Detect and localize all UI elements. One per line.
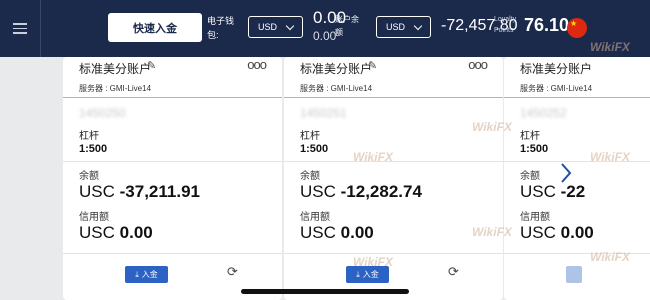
balance-value: USC -12,282.74 <box>300 182 422 202</box>
credit-currency: USC <box>300 223 336 242</box>
more-options-icon[interactable]: ooo <box>468 57 488 72</box>
refresh-icon[interactable]: ⟳ <box>448 264 459 280</box>
wallet-value-secondary: 0.00 <box>313 29 337 43</box>
account-card: 标准美分账户 ✎ ooo 服务器 : GMI-Live14 1450251 杠杆… <box>284 57 503 300</box>
watermark: WikiFX <box>353 150 393 164</box>
watermark: WikiFX <box>472 120 512 134</box>
menu-button[interactable] <box>0 0 41 57</box>
wallet-currency-value: USD <box>258 22 278 32</box>
wallet-currency-select[interactable]: USD <box>248 16 303 38</box>
loyalty-points-label: Loyalty Points <box>494 16 517 34</box>
ewallet-label: 电子钱包: <box>207 16 235 40</box>
account-number: 1450250 <box>79 106 126 120</box>
server-label: 服务器 : GMI-Live14 <box>79 84 152 93</box>
balance-currency: USC <box>520 182 556 201</box>
china-flag-icon[interactable]: ★ <box>567 18 587 38</box>
balance-amount: -37,211.91 <box>119 182 200 201</box>
divider <box>284 97 503 98</box>
credit-value: USC 0.00 <box>300 223 374 243</box>
server-label: 服务器 : GMI-Live14 <box>520 84 593 93</box>
chevron-down-icon <box>413 21 423 31</box>
divider <box>284 161 503 162</box>
balance-label: 余额 <box>520 171 540 182</box>
leverage-label: 杠杆 <box>520 131 540 142</box>
download-icon: ⤓ <box>356 269 360 279</box>
balance-currency: USC <box>79 182 115 201</box>
credit-label: 信用额 <box>79 212 109 223</box>
credit-label: 信用额 <box>300 212 330 223</box>
balance-value: USC -22 <box>520 182 585 202</box>
quick-deposit-button[interactable]: 快速入金 <box>108 13 202 42</box>
deposit-button[interactable] <box>566 266 582 283</box>
server-label: 服务器 : GMI-Live14 <box>300 84 373 93</box>
credit-value: USC 0.00 <box>79 223 153 243</box>
leverage-label: 杠杆 <box>79 131 99 142</box>
divider <box>284 253 503 254</box>
divider <box>63 97 282 98</box>
leverage-value: 1:500 <box>300 143 329 155</box>
deposit-label: 入金 <box>362 270 379 279</box>
watermark: WikiFX <box>472 225 512 239</box>
loyalty-points-value: 76.10 <box>524 15 570 35</box>
credit-value: USC 0.00 <box>520 223 594 243</box>
leverage-value: 1:500 <box>520 143 549 155</box>
top-bar: 快速入金 电子钱包: USD 0.00 0.00 账户余额 USD -72,45… <box>0 0 650 57</box>
balance-amount: -12,282.74 <box>340 182 422 201</box>
hamburger-menu-icon <box>13 23 27 34</box>
edit-icon[interactable]: ✎ <box>147 59 156 72</box>
account-number: 1450251 <box>300 106 347 120</box>
deposit-button[interactable]: ⤓ 入金 <box>125 266 168 283</box>
divider <box>504 97 650 98</box>
credit-currency: USC <box>79 223 115 242</box>
balance-label: 余额 <box>300 171 320 182</box>
leverage-label: 杠杆 <box>300 131 320 142</box>
download-icon: ⤓ <box>135 269 139 279</box>
credit-currency: USC <box>520 223 556 242</box>
refresh-icon[interactable]: ⟳ <box>227 264 238 280</box>
watermark: WikiFX <box>590 150 630 164</box>
account-number: 1450252 <box>520 106 567 120</box>
balance-value: USC -37,211.91 <box>79 182 200 202</box>
balance-currency: USC <box>300 182 336 201</box>
credit-amount: 0.00 <box>119 223 153 242</box>
more-options-icon[interactable]: ooo <box>247 57 267 72</box>
deposit-label: 入金 <box>141 270 158 279</box>
account-title: 标准美分账户 <box>520 62 593 76</box>
home-indicator <box>241 289 409 294</box>
leverage-value: 1:500 <box>79 143 108 155</box>
account-balance-label: 账户余额 <box>335 15 359 37</box>
watermark: WikiFX <box>590 250 630 264</box>
balance-currency-select[interactable]: USD <box>376 16 431 38</box>
next-arrow-icon[interactable] <box>559 160 573 186</box>
divider <box>63 161 282 162</box>
watermark: WikiFX <box>590 40 630 54</box>
watermark: WikiFX <box>353 255 393 269</box>
chevron-down-icon <box>285 21 295 31</box>
balance-currency-value: USD <box>386 22 406 32</box>
divider <box>63 253 282 254</box>
account-card: 标准美分账户 ✎ ooo 服务器 : GMI-Live14 1450250 杠杆… <box>63 57 282 300</box>
account-title: 标准美分账户 <box>300 62 373 76</box>
balance-label: 余额 <box>79 171 99 182</box>
credit-amount: 0.00 <box>560 223 594 242</box>
credit-label: 信用额 <box>520 212 550 223</box>
credit-amount: 0.00 <box>340 223 374 242</box>
edit-icon[interactable]: ✎ <box>368 59 377 72</box>
account-title: 标准美分账户 <box>79 62 152 76</box>
